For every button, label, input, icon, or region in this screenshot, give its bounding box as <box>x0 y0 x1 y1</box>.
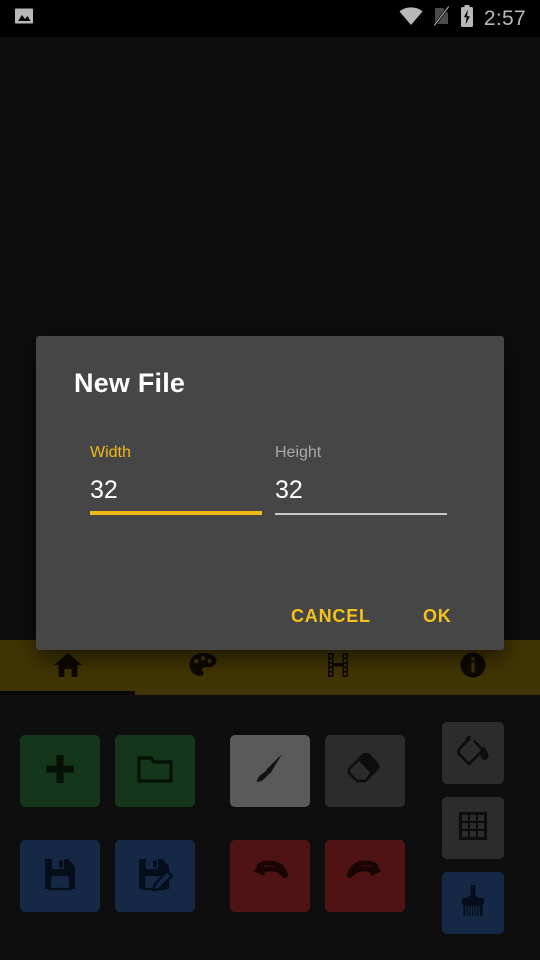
width-field[interactable]: Width 32 <box>90 444 262 515</box>
wifi-icon <box>399 6 423 31</box>
film-icon <box>324 651 352 684</box>
home-icon <box>53 651 83 684</box>
status-time: 2:57 <box>483 6 526 30</box>
eraser-icon <box>346 752 384 790</box>
image-icon <box>14 6 34 31</box>
redo-arrow-icon <box>345 859 385 894</box>
folder-icon <box>137 754 173 789</box>
new-button[interactable] <box>20 735 100 807</box>
battery-charging-icon <box>460 4 474 33</box>
plus-icon <box>42 751 78 792</box>
width-underline <box>90 511 262 515</box>
no-sim-icon <box>432 5 450 32</box>
new-file-dialog: New File Width 32 Height 32 CANCEL OK <box>36 336 504 650</box>
undo-arrow-icon <box>250 859 290 894</box>
paintbrush-icon <box>251 750 289 793</box>
undo-button[interactable] <box>230 840 310 912</box>
open-button[interactable] <box>115 735 195 807</box>
floppy-edit-icon <box>137 857 174 896</box>
app-screen: 2:57 New File Width 32 Height 32 CANCEL … <box>0 0 540 960</box>
height-field[interactable]: Height 32 <box>275 444 447 515</box>
ok-button[interactable]: OK <box>415 600 460 633</box>
cancel-button[interactable]: CANCEL <box>283 600 379 633</box>
tool-palette <box>0 695 540 960</box>
floppy-icon <box>43 857 77 896</box>
paint-bucket-icon <box>456 735 490 772</box>
wide-brush-tool[interactable] <box>442 872 504 934</box>
width-input[interactable]: 32 <box>90 474 262 507</box>
height-label: Height <box>275 444 322 461</box>
save-as-button[interactable] <box>115 840 195 912</box>
width-label: Width <box>90 444 131 461</box>
dialog-title: New File <box>74 368 186 398</box>
brush-tool[interactable] <box>230 735 310 807</box>
wide-brush-icon <box>457 883 489 924</box>
height-underline <box>275 513 447 515</box>
redo-button[interactable] <box>325 840 405 912</box>
palette-icon <box>188 651 218 684</box>
grid-toggle[interactable] <box>442 797 504 859</box>
height-input[interactable]: 32 <box>275 474 447 507</box>
status-bar: 2:57 <box>0 0 540 37</box>
info-icon <box>459 651 487 684</box>
save-button[interactable] <box>20 840 100 912</box>
eraser-tool[interactable] <box>325 735 405 807</box>
fill-tool[interactable] <box>442 722 504 784</box>
grid-icon <box>457 810 489 847</box>
